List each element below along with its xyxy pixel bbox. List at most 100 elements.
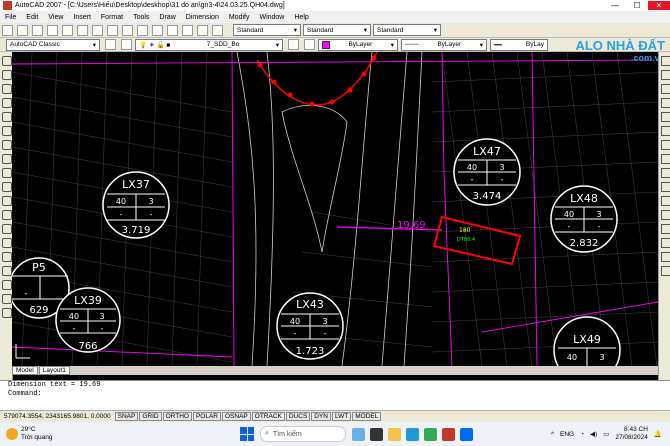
layer-previous-icon[interactable] [304, 39, 315, 50]
arc-icon[interactable] [2, 126, 12, 136]
menu-dimension[interactable]: Dimension [181, 14, 224, 21]
command-prompt[interactable]: Command: [0, 390, 670, 399]
lwt-toggle[interactable]: LWT [332, 412, 352, 421]
otrack-toggle[interactable]: OTRACK [251, 412, 285, 421]
maximize-button[interactable]: ☐ [626, 1, 648, 10]
polyline-icon[interactable] [2, 84, 12, 94]
properties-icon[interactable] [182, 24, 193, 36]
table-style-select[interactable]: Standard ▾ [373, 24, 441, 36]
file-explorer-icon[interactable] [388, 427, 401, 441]
menu-view[interactable]: View [43, 14, 68, 21]
new-icon[interactable] [2, 24, 13, 36]
rotate-icon[interactable] [661, 140, 670, 150]
menu-format[interactable]: Format [96, 14, 128, 21]
stretch-icon[interactable] [661, 168, 670, 178]
plot-icon[interactable] [47, 24, 58, 36]
array-icon[interactable] [661, 112, 670, 122]
offset-icon[interactable] [661, 98, 670, 108]
design-center-icon[interactable] [197, 24, 208, 36]
battery-icon[interactable]: ▭ [603, 430, 609, 438]
plot-marker-lx39[interactable]: LX39 40 3 - - 766 [55, 287, 121, 353]
menu-tools[interactable]: Tools [128, 14, 154, 21]
chrome-icon[interactable] [424, 427, 437, 441]
construction-line-icon[interactable] [2, 70, 12, 80]
tray-chevron-icon[interactable]: ^ [551, 431, 554, 438]
explode-icon[interactable] [661, 266, 670, 276]
close-button[interactable]: ✕ [648, 1, 670, 10]
ducs-toggle[interactable]: DUCS [285, 412, 311, 421]
revcloud-icon[interactable] [2, 154, 12, 164]
drawing-canvas[interactable]: 19.69 180 DT86.4 LX37 40 3 - - 3.719 LX4… [12, 52, 658, 366]
lineweight-select[interactable]: ━━ ByLay [490, 38, 548, 51]
menu-insert[interactable]: Insert [68, 14, 96, 21]
osnap-toggle[interactable]: OSNAP [222, 412, 251, 421]
taskbar-search[interactable]: ⌕ Tìm kiếm [260, 426, 346, 442]
zoom-icon[interactable] [167, 24, 178, 36]
polygon-icon[interactable] [2, 98, 12, 108]
move-icon[interactable] [661, 126, 670, 136]
volume-icon[interactable]: ◀) [590, 430, 597, 438]
join-icon[interactable] [661, 224, 670, 234]
spline-icon[interactable] [2, 168, 12, 178]
layer-select[interactable]: 💡 ☀ 🔓 ■ 7_SDD_Bo ▾ [135, 38, 283, 51]
hatch-icon[interactable] [2, 252, 12, 262]
paste-icon[interactable] [107, 24, 118, 36]
mtext-icon[interactable] [2, 308, 12, 318]
workspace-select[interactable]: AutoCAD Classic ▾ [6, 38, 100, 51]
zalo-icon[interactable] [460, 427, 473, 441]
chamfer-icon[interactable] [661, 238, 670, 248]
ortho-toggle[interactable]: ORTHO [162, 412, 192, 421]
grid-toggle[interactable]: GRID [139, 412, 162, 421]
break-icon[interactable] [661, 210, 670, 220]
plot-marker-lx49[interactable]: LX49 40 3 [553, 316, 621, 366]
plot-marker-lx43[interactable]: LX43 40 3 - - 1.723 [276, 292, 344, 360]
windows-start-icon[interactable] [240, 427, 254, 441]
dim-style-select[interactable]: Standard ▾ [303, 24, 371, 36]
mirror-icon[interactable] [661, 84, 670, 94]
weather-widget[interactable]: 29°C Trời quang [0, 426, 206, 442]
table-icon[interactable] [2, 294, 12, 304]
dyn-toggle[interactable]: DYN [311, 412, 332, 421]
gradient-icon[interactable] [2, 266, 12, 276]
scale-icon[interactable] [661, 154, 670, 164]
polar-toggle[interactable]: POLAR [192, 412, 221, 421]
preview-icon[interactable] [62, 24, 73, 36]
minimize-button[interactable]: — [604, 1, 626, 10]
settings-icon[interactable] [105, 39, 116, 50]
edge-icon[interactable] [406, 427, 419, 441]
widgets-icon[interactable] [352, 427, 365, 441]
insert-block-icon[interactable] [2, 210, 12, 220]
snap-toggle[interactable]: SNAP [114, 412, 139, 421]
clock[interactable]: 8:43 CH 27/08/2024 [615, 426, 648, 442]
region-icon[interactable] [2, 280, 12, 290]
pan-icon[interactable] [152, 24, 163, 36]
copy-object-icon[interactable] [661, 70, 670, 80]
color-select[interactable]: ByLayer ▾ [318, 38, 398, 51]
copy-icon[interactable] [92, 24, 103, 36]
task-view-icon[interactable] [370, 427, 383, 441]
rectangle-icon[interactable] [2, 112, 12, 122]
make-block-icon[interactable] [2, 224, 12, 234]
layer-manager-icon[interactable] [121, 39, 132, 50]
menu-draw[interactable]: Draw [154, 14, 180, 21]
line-icon[interactable] [2, 56, 12, 66]
wifi-icon[interactable]: ◔ [580, 431, 584, 438]
erase-icon[interactable] [661, 56, 670, 66]
make-current-icon[interactable] [288, 39, 299, 50]
language-indicator[interactable]: ENG [560, 431, 574, 438]
extend-icon[interactable] [661, 196, 670, 206]
open-icon[interactable] [17, 24, 28, 36]
undo-icon[interactable] [122, 24, 133, 36]
fillet-icon[interactable] [661, 252, 670, 262]
notification-bell-icon[interactable]: 🔔 [654, 430, 662, 438]
help-icon[interactable] [212, 24, 223, 36]
autocad-taskbar-icon[interactable] [442, 427, 455, 441]
plot-marker-lx48[interactable]: LX48 40 3 - - 2.832 [550, 185, 618, 253]
menu-help[interactable]: Help [289, 14, 313, 21]
command-window[interactable]: Dimension text = 19.69 Command: [0, 380, 670, 411]
menu-file[interactable]: File [0, 14, 21, 21]
menu-edit[interactable]: Edit [21, 14, 43, 21]
circle-icon[interactable] [2, 140, 12, 150]
plot-marker-lx37[interactable]: LX37 40 3 - - 3.719 [102, 171, 170, 239]
save-icon[interactable] [32, 24, 43, 36]
